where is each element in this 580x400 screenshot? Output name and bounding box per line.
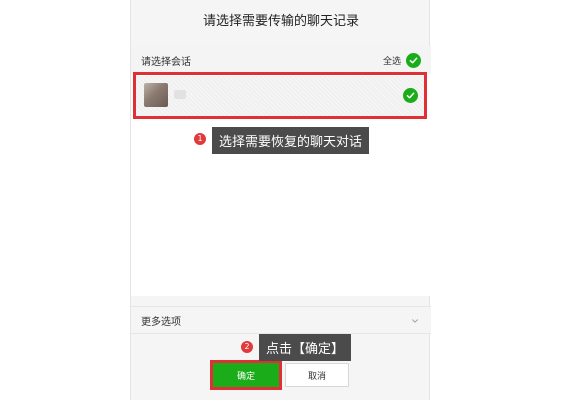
list-header-label: 请选择会话 (141, 57, 191, 68)
dialog-title: 请选择需要传输的聊天记录 (202, 14, 359, 29)
step-1-tooltip: 选择需要恢复的聊天对话 (212, 127, 370, 154)
confirm-button[interactable]: 确定 (213, 363, 279, 387)
more-options-label: 更多选项 (141, 317, 181, 328)
select-all-label: 全选 (382, 56, 401, 67)
step-2-marker: 2 (241, 341, 253, 353)
step-2-tooltip: 点击【确定】 (259, 334, 352, 361)
step-1-marker: 1 (194, 133, 206, 145)
more-options-row[interactable]: 更多选项 (131, 306, 431, 334)
cancel-button[interactable]: 取消 (285, 363, 349, 387)
screenshot-stage: 请选择需要传输的聊天记录 请选择会话 全选 更多选项 确定 取消 1 选择需要恢… (0, 0, 580, 400)
list-header: 请选择会话 全选 (131, 46, 431, 74)
select-all-control[interactable]: 全选 (383, 51, 421, 69)
chevron-down-icon (412, 319, 418, 323)
conversation-highlight-box (133, 72, 427, 119)
select-all-check-icon[interactable] (406, 52, 421, 68)
